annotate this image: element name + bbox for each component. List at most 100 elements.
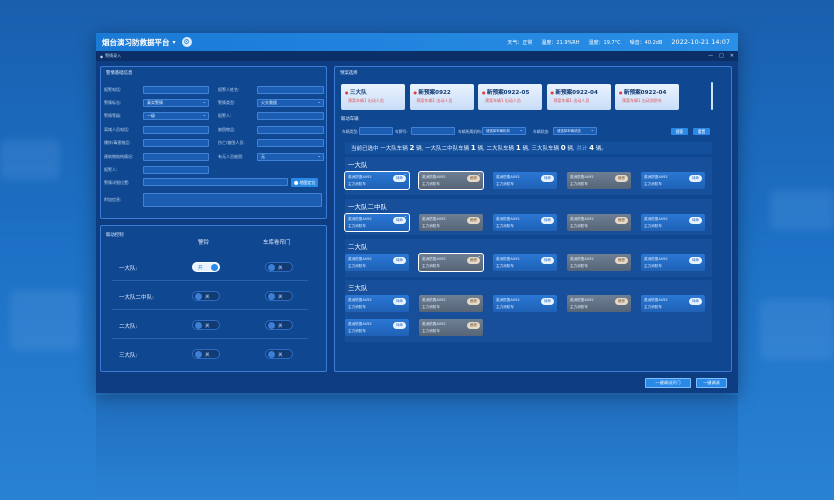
form-input[interactable] xyxy=(143,139,209,147)
vehicle-card[interactable]: 英洲防鲁A092 主力消防车 维修 xyxy=(567,214,631,231)
vehicle-card[interactable]: 英洲防鲁A092 主力消防车 待命 xyxy=(344,213,410,232)
toggle-state: 关 xyxy=(278,353,283,358)
vehicle-status-badge: 待命 xyxy=(392,257,406,264)
vehicle-plate: 英洲防鲁A092 xyxy=(570,175,594,179)
form-select[interactable]: 一级 xyxy=(143,112,209,120)
door-toggle[interactable]: 关 xyxy=(265,349,293,359)
vehicle-card[interactable]: 英洲防鲁A092 主力消防车 待命 xyxy=(641,214,705,231)
noise-label: 噪音：40.2dB xyxy=(629,39,663,46)
vehicle-card[interactable]: 英洲防鲁A092 主力消防车 维修 xyxy=(567,254,631,271)
vehicle-card[interactable]: 英洲防鲁A092 主力消防车 待命 xyxy=(345,295,409,312)
maximize-button[interactable]: □ xyxy=(719,51,724,61)
vehicle-plate: 英洲防鲁A092 xyxy=(570,298,594,302)
form-input[interactable] xyxy=(143,166,209,174)
toggle-state: 关 xyxy=(278,295,283,300)
vehicle-status-badge: 待命 xyxy=(392,217,406,224)
status-bar: 天气：正常 温度：21.9%RH 湿度：19.7°C 噪音：40.2dB 202… xyxy=(507,33,730,51)
vehicle-status-badge: 维修 xyxy=(466,217,480,224)
filter-input[interactable] xyxy=(411,127,455,135)
plans-scrollbar[interactable] xyxy=(711,82,713,110)
vehicle-card[interactable]: 英洲防鲁A092 主力消防车 维修 xyxy=(567,172,631,189)
toggle-knob xyxy=(211,264,218,271)
shield-icon: ◆ xyxy=(100,53,104,59)
vehicle-card[interactable]: 英洲防鲁A092 主力消防车 待命 xyxy=(641,254,705,271)
filter-select[interactable]: 请选择车辆机构 xyxy=(482,127,526,135)
vehicle-status-badge: 待命 xyxy=(392,298,406,305)
door-toggle[interactable]: 关 xyxy=(265,262,293,272)
summary-count-3: 1 xyxy=(515,144,521,152)
form-label: 伤亡/被困人员: xyxy=(218,140,245,145)
form-input[interactable] xyxy=(257,112,324,120)
toggle-state: 关 xyxy=(278,266,283,271)
vehicle-type: 主力消防车 xyxy=(422,182,440,186)
vehicle-type: 主力消防车 xyxy=(422,224,440,228)
form-select[interactable]: 火灾救援 xyxy=(257,99,324,107)
vehicle-card[interactable]: 英洲防鲁A092 主力消防车 维修 xyxy=(418,171,484,190)
vehicle-plate: 英洲防鲁A092 xyxy=(496,217,520,221)
form-input[interactable] xyxy=(143,86,209,94)
vehicle-card[interactable]: 英洲防鲁A092 主力消防车 待命 xyxy=(493,214,557,231)
vehicle-card[interactable]: 英洲防鲁A092 主力消防车 待命 xyxy=(345,254,409,271)
form-input[interactable] xyxy=(143,126,209,134)
vehicle-status-badge: 维修 xyxy=(614,175,628,182)
close-button[interactable]: ✕ xyxy=(730,51,734,61)
vehicle-card[interactable]: 英洲防鲁A092 主力消防车 维修 xyxy=(419,295,483,312)
vehicle-card[interactable]: 英洲防鲁A092 主力消防车 待命 xyxy=(641,295,705,312)
bell-column-header: 警铃 xyxy=(198,240,210,246)
bell-toggle[interactable]: 关 xyxy=(192,320,220,330)
search-button[interactable]: 搜索 xyxy=(671,128,688,135)
location-input[interactable] xyxy=(143,178,288,186)
gear-icon[interactable]: ⚙ xyxy=(181,37,192,47)
vehicle-card[interactable]: 英洲防鲁A092 主力消防车 维修 xyxy=(419,214,483,231)
summary-group-4: 三大队车辆 xyxy=(531,146,559,152)
vehicle-card[interactable]: 英洲防鲁A092 主力消防车 待命 xyxy=(493,172,557,189)
form-input[interactable] xyxy=(257,139,324,147)
plan-subtitle: 预案车辆1 出动人员 xyxy=(553,98,590,103)
reset-button[interactable]: 重置 xyxy=(693,128,710,135)
vehicle-card[interactable]: 英洲防鲁A092 主力消防车 待命 xyxy=(641,172,705,189)
title-dropdown-icon[interactable]: ▾ xyxy=(173,39,176,46)
form-select[interactable]: 无 xyxy=(257,153,324,161)
door-toggle[interactable]: 关 xyxy=(265,320,293,330)
datetime-label: 2022-10-21 14:07 xyxy=(671,38,730,46)
bell-toggle[interactable]: 开 xyxy=(192,262,220,272)
form-select[interactable]: 真实警情 xyxy=(143,99,209,107)
minimize-button[interactable]: — xyxy=(708,51,713,61)
vehicle-type: 主力消防车 xyxy=(570,182,588,186)
summary-count-2: 1 xyxy=(470,144,476,152)
form-input[interactable] xyxy=(257,126,324,134)
vehicle-card[interactable]: 英洲防鲁A092 主力消防车 维修 xyxy=(419,319,483,336)
toggle-state: 开 xyxy=(198,266,203,271)
vehicle-type: 主力消防车 xyxy=(496,224,514,228)
vehicle-card[interactable]: 英洲防鲁A092 主力消防车 维修 xyxy=(418,253,484,272)
filter-input[interactable] xyxy=(359,127,393,135)
vehicle-card[interactable]: 英洲防鲁A092 主力消防车 待命 xyxy=(493,254,557,271)
dispatch-button[interactable]: 一键调派 xyxy=(696,378,727,388)
vehicle-status-badge: 维修 xyxy=(614,217,628,224)
vehicle-card[interactable]: 英洲防鲁A092 主力消防车 待命 xyxy=(493,295,557,312)
bell-toggle[interactable]: 关 xyxy=(192,349,220,359)
filter-select[interactable]: 请选择车辆状态 xyxy=(553,127,597,135)
form-label: 附加信息: xyxy=(104,197,122,202)
dispatch-open-door-button[interactable]: 一键调派开门 xyxy=(645,378,691,388)
form-label: 报警人姓名: xyxy=(218,87,240,92)
vehicle-type: 主力消防车 xyxy=(348,182,366,186)
extra-info-input[interactable] xyxy=(143,193,322,207)
vehicle-type: 主力消防车 xyxy=(422,305,440,309)
vehicle-card[interactable]: 英洲防鲁A092 主力消防车 待命 xyxy=(344,171,410,190)
vehicle-type: 主力消防车 xyxy=(348,224,366,228)
plan-card[interactable]: 新预案0922-04 预案车辆1 出动消防车 xyxy=(615,84,679,110)
form-input[interactable] xyxy=(143,153,209,161)
vehicle-card[interactable]: 英洲防鲁A092 主力消防车 待命 xyxy=(345,319,409,336)
summary-group-2: 一大队二中队车辆 xyxy=(425,146,470,152)
plan-card[interactable]: 新预案0922-04 预案车辆1 出动人员 xyxy=(546,84,611,110)
door-toggle[interactable]: 关 xyxy=(265,291,293,301)
plan-card[interactable]: 新预案0922 预案车辆1 出动人员 xyxy=(409,84,474,110)
plan-card[interactable]: 新预案0922-05 预案车辆1 出动人员 xyxy=(478,84,542,110)
vehicle-status-badge: 维修 xyxy=(466,175,480,182)
map-locate-button[interactable]: ⬤地图定位 xyxy=(291,178,319,187)
form-input[interactable] xyxy=(257,86,324,94)
bell-toggle[interactable]: 关 xyxy=(192,291,220,301)
plan-card[interactable]: 三大队预案车辆1 出动人员 xyxy=(341,84,405,110)
vehicle-card[interactable]: 英洲防鲁A092 主力消防车 维修 xyxy=(567,295,631,312)
